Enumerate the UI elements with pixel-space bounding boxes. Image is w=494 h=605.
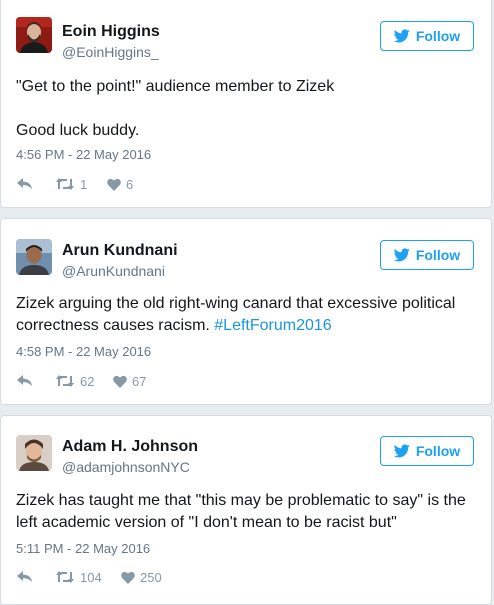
tweet-timestamp[interactable]: 4:58 PM - 22 May 2016 <box>16 344 151 359</box>
like-button[interactable]: 250 <box>121 570 162 585</box>
user-handle[interactable]: @adamjohnsonNYC <box>62 459 190 475</box>
follow-button[interactable]: Follow <box>380 436 474 466</box>
like-button[interactable]: 6 <box>107 177 133 192</box>
like-count: 6 <box>126 176 134 192</box>
reply-button[interactable] <box>17 178 55 190</box>
retweet-icon <box>56 375 74 387</box>
twitter-bird-icon <box>393 444 410 458</box>
tweet-card: Arun Kundnani @ArunKundnani Follow Zizek… <box>0 218 492 405</box>
tweet-text-line: left academic version of "I don't mean t… <box>16 514 397 531</box>
avatar[interactable] <box>16 239 52 275</box>
follow-button[interactable]: Follow <box>380 21 474 51</box>
heart-icon <box>121 571 135 584</box>
display-name[interactable]: Arun Kundnani <box>62 242 178 260</box>
avatar[interactable] <box>16 435 52 471</box>
tweet-actions: 62 67 <box>17 372 146 390</box>
hashtag-link[interactable]: #LeftForum2016 <box>214 317 331 334</box>
retweet-button[interactable]: 104 <box>55 570 121 585</box>
twitter-bird-icon <box>393 248 410 262</box>
retweet-icon <box>56 571 74 583</box>
retweet-button[interactable]: 1 <box>55 177 107 192</box>
retweet-button[interactable]: 62 <box>55 374 113 389</box>
user-handle[interactable]: @ArunKundnani <box>62 263 165 279</box>
follow-label: Follow <box>415 247 461 263</box>
heart-icon <box>107 178 121 191</box>
tweet-actions: 1 6 <box>17 175 133 193</box>
reply-button[interactable] <box>17 571 55 583</box>
tweet-timestamp[interactable]: 4:56 PM - 22 May 2016 <box>16 147 151 162</box>
tweet-text-line: "Get to the point!" audience member to Z… <box>16 78 335 95</box>
tweet-text-line <box>16 98 478 120</box>
reply-button[interactable] <box>17 375 55 387</box>
like-count: 250 <box>140 569 162 585</box>
like-count: 67 <box>132 373 147 389</box>
reply-icon <box>17 375 32 386</box>
tweet-text-line: Zizek arguing the old right-wing canard … <box>16 295 456 312</box>
retweet-count: 1 <box>80 176 88 192</box>
follow-button[interactable]: Follow <box>380 240 474 270</box>
retweet-count: 62 <box>80 373 95 389</box>
display-name[interactable]: Eoin Higgins <box>62 23 160 41</box>
tweet-text-line: Good luck buddy. <box>16 122 140 139</box>
heart-icon <box>113 375 127 388</box>
reply-icon <box>17 571 32 582</box>
tweet-text: Zizek has taught me that "this may be pr… <box>16 490 478 534</box>
tweet-card: Eoin Higgins @EoinHiggins_ Follow "Get t… <box>0 0 492 208</box>
reply-icon <box>17 178 32 189</box>
display-name[interactable]: Adam H. Johnson <box>62 438 198 456</box>
tweet-text-line: correctness causes racism. #LeftForum201… <box>16 315 478 337</box>
twitter-bird-icon <box>393 29 410 43</box>
tweet-text: "Get to the point!" audience member to Z… <box>16 76 478 142</box>
tweet-card: Adam H. Johnson @adamjohnsonNYC Follow Z… <box>0 415 492 605</box>
follow-label: Follow <box>415 28 461 44</box>
retweet-count: 104 <box>80 569 102 585</box>
like-button[interactable]: 67 <box>113 374 146 389</box>
retweet-icon <box>56 178 74 190</box>
tweet-text-segment: correctness causes racism. <box>16 317 215 334</box>
avatar[interactable] <box>16 17 52 53</box>
tweet-text: Zizek arguing the old right-wing canard … <box>16 293 478 337</box>
tweet-timestamp[interactable]: 5:11 PM - 22 May 2016 <box>16 541 150 556</box>
follow-label: Follow <box>415 443 461 459</box>
tweet-text-line: Zizek has taught me that "this may be pr… <box>16 492 466 509</box>
tweet-actions: 104 250 <box>17 568 162 586</box>
user-handle[interactable]: @EoinHiggins_ <box>62 44 159 60</box>
